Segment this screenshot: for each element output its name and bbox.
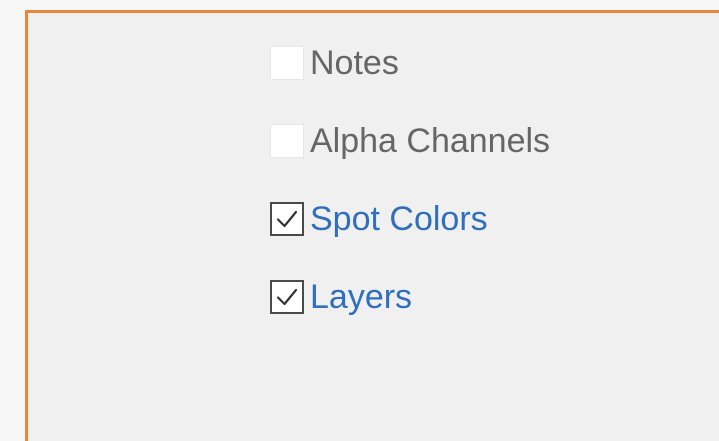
alpha-channels-checkbox (270, 124, 304, 158)
layers-checkbox[interactable] (270, 280, 304, 314)
page: Notes Alpha Channels Spot Colors Layers (0, 0, 719, 441)
notes-label: Notes (310, 44, 399, 82)
checkbox-list: Notes Alpha Channels Spot Colors Layers (270, 41, 550, 353)
alpha-channels-option: Alpha Channels (270, 119, 550, 163)
spot-colors-checkbox[interactable] (270, 202, 304, 236)
checkmark-icon (276, 210, 298, 228)
spot-colors-label[interactable]: Spot Colors (310, 197, 488, 241)
notes-checkbox (270, 46, 304, 80)
layers-option[interactable]: Layers (270, 275, 550, 319)
notes-option: Notes (270, 41, 550, 85)
options-panel: Notes Alpha Channels Spot Colors Layers (25, 10, 719, 441)
checkmark-icon (276, 288, 298, 306)
alpha-channels-label: Alpha Channels (310, 122, 551, 160)
layers-label[interactable]: Layers (310, 275, 412, 319)
spot-colors-option[interactable]: Spot Colors (270, 197, 550, 241)
